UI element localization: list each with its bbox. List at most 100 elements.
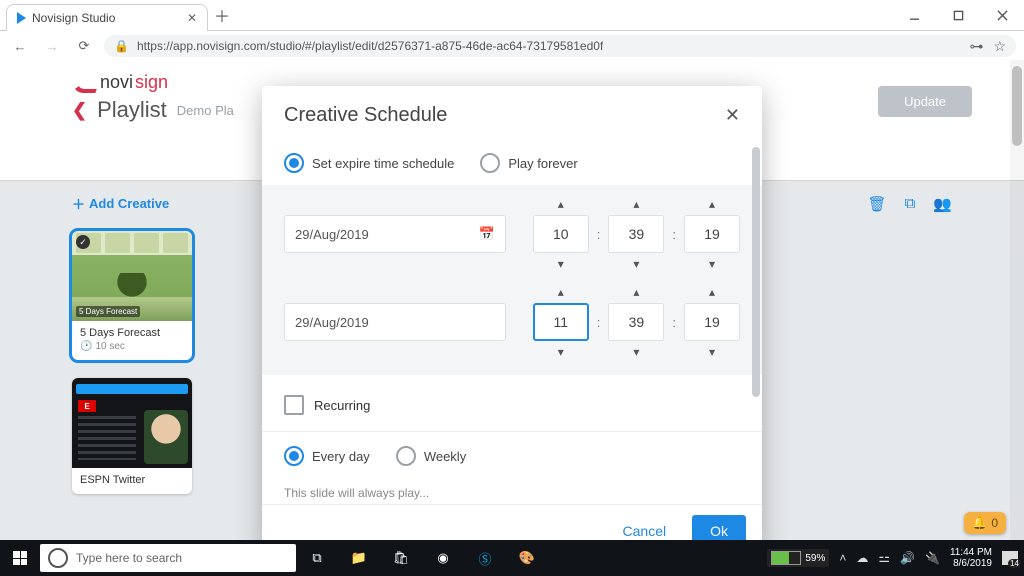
chevron-up-icon[interactable]: ▴ (701, 195, 723, 213)
end-hour-input[interactable] (533, 303, 589, 341)
search-placeholder: Type here to search (76, 551, 182, 565)
radio-label: Weekly (424, 449, 466, 464)
file-explorer-icon[interactable]: 📁 (338, 540, 380, 576)
modal-close-icon[interactable]: ✕ (725, 105, 740, 126)
chevron-up-icon[interactable]: ▴ (550, 283, 572, 301)
nav-reload-button[interactable]: ⟳ (72, 34, 96, 58)
radio-label: Play forever (508, 156, 577, 171)
browser-titlebar: Novisign Studio ✕ ＋ (0, 0, 1024, 31)
radio-play-forever[interactable]: Play forever (480, 153, 577, 173)
creative-card[interactable]: E ESPN Twitter (72, 378, 192, 494)
window-controls (892, 0, 1024, 30)
onedrive-icon[interactable]: ☁ (856, 551, 868, 565)
end-date-field[interactable]: 29/Aug/2019 (284, 303, 506, 341)
action-center-icon[interactable]: 14 (1002, 551, 1018, 565)
chevron-down-icon[interactable]: ▾ (701, 255, 723, 273)
chevron-down-icon[interactable]: ▾ (550, 255, 572, 273)
new-tab-button[interactable]: ＋ (214, 3, 230, 27)
battery-indicator[interactable]: 59% (767, 549, 829, 567)
creative-title: ESPN Twitter (80, 474, 184, 486)
group-icon[interactable]: 👥 (933, 195, 952, 213)
chevron-up-icon[interactable]: ▴ (550, 195, 572, 213)
tray-chevron-up-icon[interactable]: ˄ (839, 551, 846, 565)
url-text: https://app.novisign.com/studio/#/playli… (137, 39, 603, 53)
action-center-badge: 14 (1008, 559, 1021, 568)
battery-percent: 59% (805, 553, 825, 564)
clock-date: 8/6/2019 (950, 558, 992, 569)
start-date-field[interactable]: 29/Aug/2019 📅 (284, 215, 506, 253)
checkbox-icon (284, 395, 304, 415)
clock-time: 11:44 PM (950, 547, 992, 558)
radio-icon (396, 446, 416, 466)
cancel-button[interactable]: Cancel (605, 515, 685, 540)
cortana-icon (48, 548, 68, 568)
radio-every-day[interactable]: Every day (284, 446, 370, 466)
browser-toolbar: ← → ⟳ 🔒 https://app.novisign.com/studio/… (0, 31, 1024, 62)
copy-icon[interactable]: ⧉ (905, 195, 916, 213)
radio-weekly[interactable]: Weekly (396, 446, 466, 466)
address-bar[interactable]: 🔒 https://app.novisign.com/studio/#/play… (104, 35, 1016, 57)
page-scrollbar[interactable] (1010, 60, 1024, 540)
tab-close-icon[interactable]: ✕ (187, 11, 197, 25)
calendar-icon[interactable]: 📅 (479, 226, 495, 242)
radio-icon (284, 153, 304, 173)
logo-text-b: sign (135, 72, 168, 93)
key-icon[interactable]: ⊶ (969, 38, 983, 55)
chevron-up-icon[interactable]: ▴ (701, 283, 723, 301)
skype-icon[interactable]: Ⓢ (464, 540, 506, 576)
paint-icon[interactable]: 🎨 (506, 540, 548, 576)
chevron-up-icon[interactable]: ▴ (625, 283, 647, 301)
recurring-label: Recurring (314, 398, 370, 413)
system-tray[interactable]: ˄ ☁ ⚍ 🔊 🔌 (839, 550, 940, 566)
end-second-input[interactable] (684, 303, 740, 341)
time-separator: : (672, 315, 676, 330)
browser-tab[interactable]: Novisign Studio ✕ (6, 4, 208, 31)
breadcrumb-back-icon[interactable]: ❮ (72, 100, 87, 121)
creative-toolbar: 🗑 ⧉ 👥 (868, 195, 952, 213)
start-hour-input[interactable] (533, 215, 589, 253)
notification-count: 0 (991, 516, 998, 530)
update-button[interactable]: Update (878, 86, 972, 117)
end-minute-input[interactable] (608, 303, 664, 341)
recurring-checkbox[interactable]: Recurring (284, 379, 740, 431)
selected-check-icon: ✓ (76, 235, 90, 249)
start-button[interactable] (0, 540, 40, 576)
taskbar-search[interactable]: Type here to search (40, 544, 296, 572)
trash-icon[interactable]: 🗑 (868, 195, 887, 213)
add-creative-button[interactable]: ＋ Add Creative (72, 194, 169, 213)
chevron-down-icon[interactable]: ▾ (625, 343, 647, 361)
plus-icon: ＋ (72, 194, 85, 213)
modal-scrollbar[interactable] (752, 139, 760, 504)
thumbnail-banner: 5 Days Forecast (76, 306, 140, 317)
app-viewport: novisign ❮ Playlist Demo Pla Update ＋ Ad… (0, 60, 1024, 540)
task-view-icon[interactable]: ⧉ (296, 540, 338, 576)
chrome-icon[interactable]: ◉ (422, 540, 464, 576)
chevron-down-icon[interactable]: ▾ (625, 255, 647, 273)
nav-forward-button[interactable]: → (40, 34, 64, 58)
time-separator: : (672, 227, 676, 242)
radio-expire-schedule[interactable]: Set expire time schedule (284, 153, 454, 173)
wifi-icon[interactable]: ⚍ (878, 550, 890, 566)
store-icon[interactable]: 🛍 (380, 540, 422, 576)
chevron-up-icon[interactable]: ▴ (625, 195, 647, 213)
creative-card[interactable]: ✓ 5 Days Forecast 5 Days Forecast 🕑10 se… (72, 231, 192, 360)
start-second-input[interactable] (684, 215, 740, 253)
notification-badge[interactable]: 🔔 0 (964, 512, 1006, 534)
chevron-down-icon[interactable]: ▾ (701, 343, 723, 361)
start-minute-input[interactable] (608, 215, 664, 253)
modal-title: Creative Schedule (284, 104, 447, 127)
window-maximize-button[interactable] (936, 0, 980, 30)
time-separator: : (597, 315, 601, 330)
taskbar-clock[interactable]: 11:44 PM 8/6/2019 (950, 547, 992, 569)
creative-schedule-modal: Creative Schedule ✕ Set expire time sche… (262, 86, 762, 540)
window-close-button[interactable] (980, 0, 1024, 30)
window-minimize-button[interactable] (892, 0, 936, 30)
power-icon[interactable]: 🔌 (925, 551, 940, 565)
ok-button[interactable]: Ok (692, 515, 746, 540)
logo-swoosh-icon (72, 79, 98, 93)
chevron-down-icon[interactable]: ▾ (550, 343, 572, 361)
volume-icon[interactable]: 🔊 (900, 551, 915, 565)
nav-back-button[interactable]: ← (8, 34, 32, 58)
bookmark-star-icon[interactable]: ☆ (993, 38, 1006, 55)
radio-label: Set expire time schedule (312, 156, 454, 171)
